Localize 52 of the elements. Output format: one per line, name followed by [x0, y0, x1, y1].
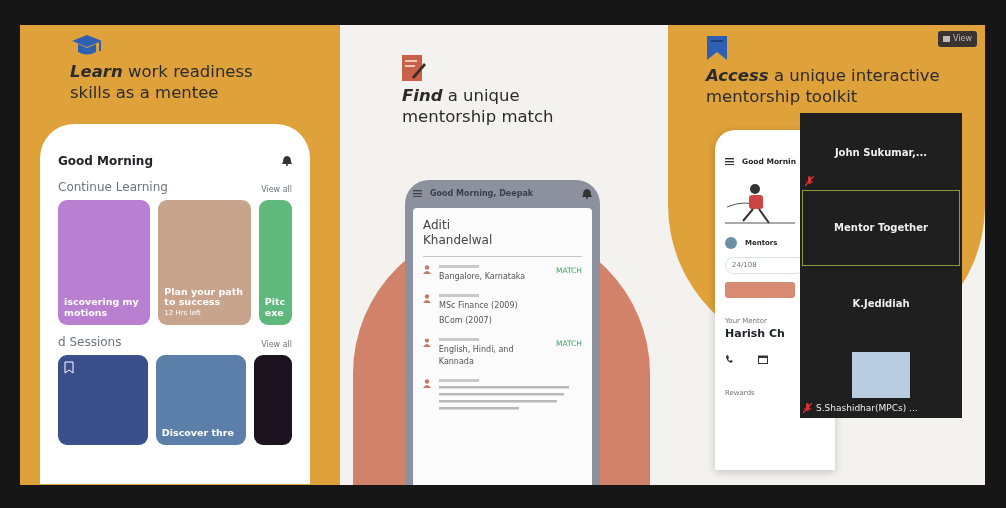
section-title: Continue Learning: [58, 178, 168, 196]
menu-icon: [725, 158, 734, 165]
card-title: Pitc exe: [264, 297, 286, 319]
person-icon: [423, 293, 431, 303]
field-label-line: [439, 264, 479, 268]
participant-name: Mentor Together: [834, 221, 928, 236]
menu-icon: [413, 190, 422, 198]
bell-icon: [582, 188, 592, 200]
session-card[interactable]: [253, 354, 292, 445]
card-title: Plan your path to success: [164, 286, 245, 309]
bookmark-icon: [706, 35, 728, 61]
field-value: English, Hindi, and Kannada: [438, 343, 515, 368]
phone-icon: [725, 354, 734, 364]
panel-heading: Find a unique mentorship match: [402, 85, 555, 128]
view-button[interactable]: View: [938, 31, 977, 47]
avatar-icon: [725, 237, 737, 250]
field-value: MSc Finance (2009): [439, 299, 519, 312]
field-label-line: [439, 378, 479, 382]
field-label-line: [439, 293, 479, 297]
participant-tile[interactable]: S.Shashidhar(MPCs) ...: [802, 340, 960, 416]
profile-name: Aditi Khandelwal: [423, 217, 494, 248]
view-all-link[interactable]: View all: [261, 338, 292, 351]
participant-tile[interactable]: Mentor Together: [802, 190, 960, 266]
photo-placeholder: [852, 351, 910, 398]
notepad-pen-icon: [402, 55, 426, 81]
participant-tile[interactable]: K.Jedidiah: [802, 265, 960, 341]
app-greeting: Good Morning: [58, 152, 153, 170]
participant-name: John Sukumar,...: [834, 146, 928, 161]
calendar-icon: [758, 354, 768, 364]
section-title: d Sessions: [58, 333, 122, 351]
participant-name: K.Jedidiah: [852, 296, 910, 311]
mentor-name: Harish Ch: [725, 326, 786, 343]
person-icon: [423, 264, 431, 274]
course-card[interactable]: iscovering my motions: [58, 199, 151, 325]
person-icon: [423, 337, 431, 347]
field-value: Bangalore, Karnataka: [439, 270, 527, 283]
field-value: BCom (2007): [439, 314, 493, 327]
panel-heading: Access a unique interactive mentorship toolkit: [706, 65, 941, 108]
card-title: iscovering my motions: [64, 297, 140, 319]
action-bar[interactable]: [725, 281, 795, 298]
bell-icon: [282, 155, 292, 167]
panel-heading: Learn work readiness skills as a mentee: [70, 61, 254, 104]
session-card[interactable]: Discover thre: [155, 354, 246, 445]
app-greeting: Good Morning, Deepak: [430, 187, 535, 200]
participant-name: S.Shashidhar(MPCs) ...: [816, 401, 918, 415]
view-all-link[interactable]: View all: [261, 183, 292, 196]
graduation-cap-icon: [70, 33, 104, 57]
person-icon: [423, 378, 431, 388]
field-label-line: [438, 337, 479, 341]
grid-icon: [943, 36, 950, 42]
participant-tile[interactable]: John Sukumar,...: [802, 115, 960, 191]
card-title: Discover thre: [161, 427, 234, 439]
